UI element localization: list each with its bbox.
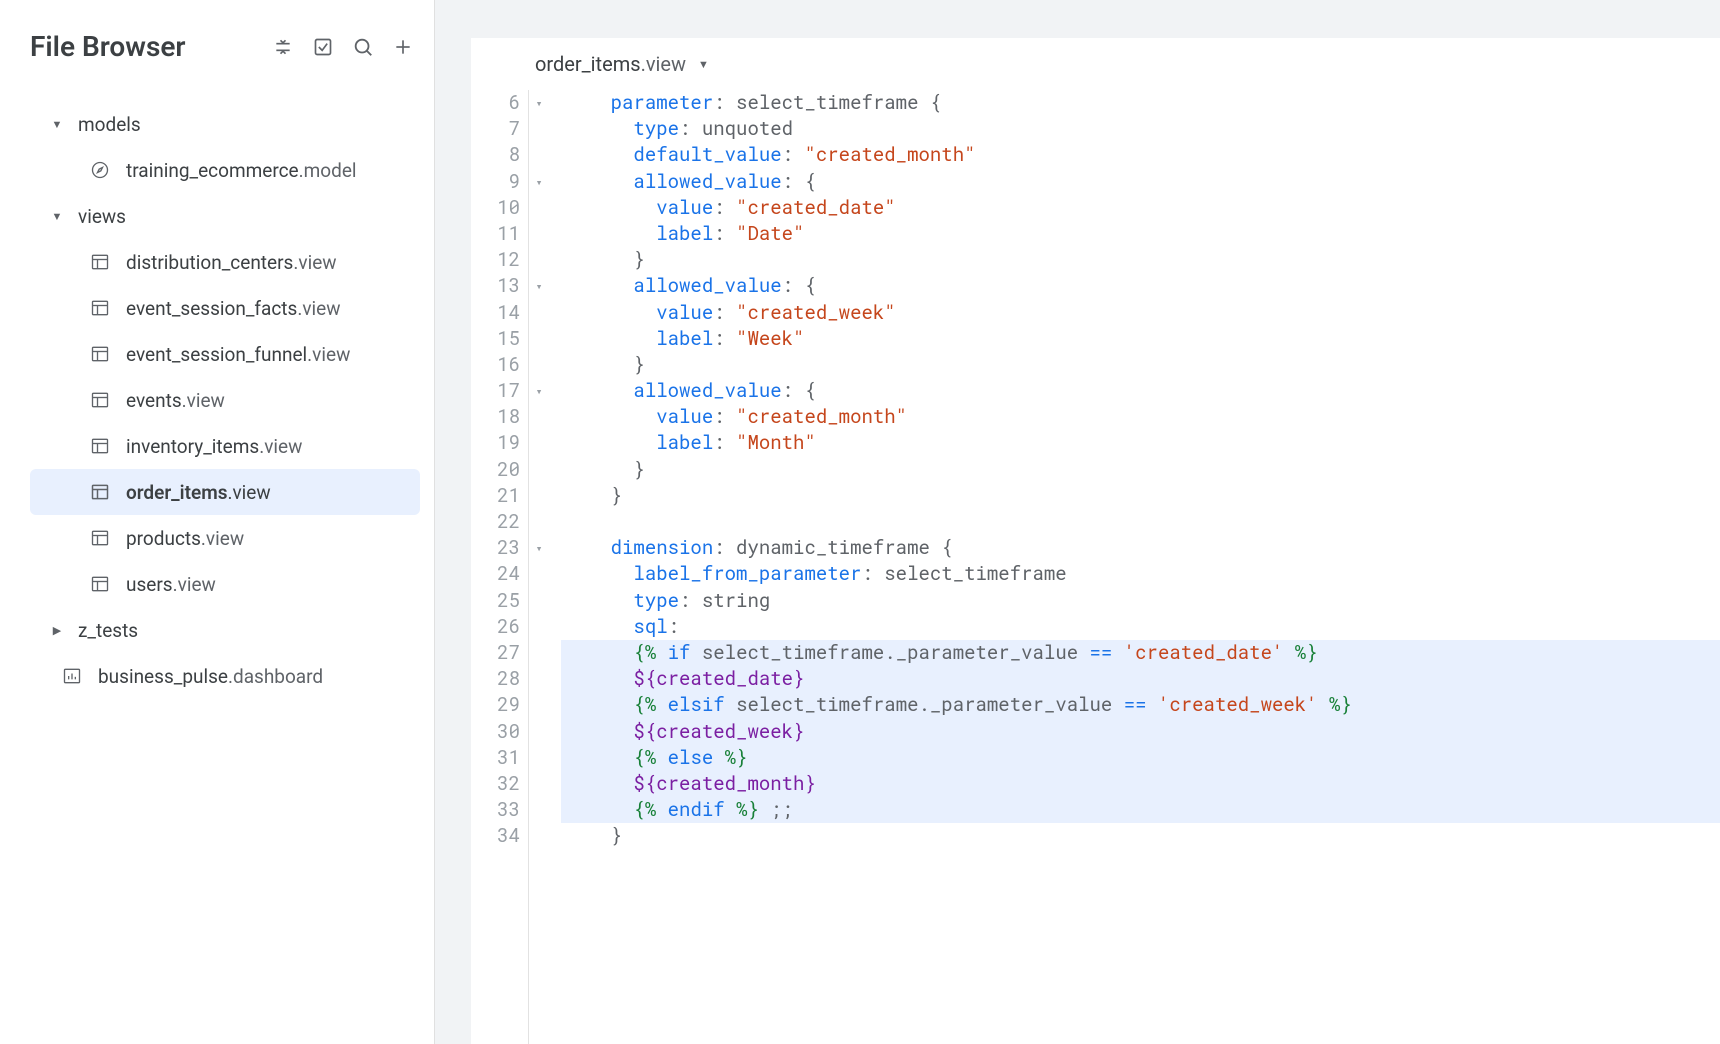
chevron-down-icon[interactable]: ▼ — [698, 58, 709, 71]
file-users-view[interactable]: users.view — [30, 561, 420, 607]
file-products-view[interactable]: products.view — [30, 515, 420, 561]
fold-gutter: ▾▾▾▾▾ — [529, 90, 549, 1044]
compass-icon — [88, 158, 112, 182]
file-events-view[interactable]: events.view — [30, 377, 420, 423]
view-icon — [88, 296, 112, 320]
search-icon[interactable] — [352, 36, 374, 58]
view-icon — [88, 250, 112, 274]
sidebar-title: File Browser — [30, 30, 186, 63]
folder-views[interactable]: ▼ views — [30, 193, 420, 239]
file-browser-sidebar: File Browser ▼ models training_ecom — [0, 0, 435, 1044]
file-training-ecommerce-model[interactable]: training_ecommerce.model — [30, 147, 420, 193]
sidebar-toolbar — [272, 36, 414, 58]
folder-z-tests[interactable]: ▶ z_tests — [30, 607, 420, 653]
view-icon — [88, 526, 112, 550]
view-icon — [88, 388, 112, 412]
caret-down-icon: ▼ — [48, 118, 66, 131]
caret-down-icon: ▼ — [48, 210, 66, 223]
file-distribution-centers-view[interactable]: distribution_centers.view — [30, 239, 420, 285]
validate-icon[interactable] — [312, 36, 334, 58]
file-order-items-view[interactable]: order_items.view — [30, 469, 420, 515]
tab-order-items-view[interactable]: order_items.view ▼ — [507, 38, 737, 90]
tab-bar-spacer — [435, 0, 1720, 38]
view-icon — [88, 480, 112, 504]
file-event-session-funnel-view[interactable]: event_session_funnel.view — [30, 331, 420, 377]
view-icon — [88, 342, 112, 366]
file-tree: ▼ models training_ecommerce.model ▼ view… — [30, 101, 434, 699]
dashboard-icon — [60, 664, 84, 688]
file-event-session-facts-view[interactable]: event_session_facts.view — [30, 285, 420, 331]
add-icon[interactable] — [392, 36, 414, 58]
main-panel: order_items.view ▼ 678910111213141516171… — [435, 0, 1720, 1044]
code-editor[interactable]: 6789101112131415161718192021222324252627… — [471, 90, 1720, 1044]
view-icon — [88, 572, 112, 596]
caret-right-icon: ▶ — [48, 624, 66, 637]
code-content[interactable]: parameter: select_timeframe { type: unqu… — [549, 90, 1720, 1044]
file-business-pulse-dashboard[interactable]: ▶ business_pulse.dashboard — [30, 653, 420, 699]
file-inventory-items-view[interactable]: inventory_items.view — [30, 423, 420, 469]
folder-models[interactable]: ▼ models — [30, 101, 420, 147]
view-icon — [88, 434, 112, 458]
sidebar-header: File Browser — [30, 30, 434, 63]
line-number-gutter: 6789101112131415161718192021222324252627… — [471, 90, 529, 1044]
collapse-icon[interactable] — [272, 36, 294, 58]
